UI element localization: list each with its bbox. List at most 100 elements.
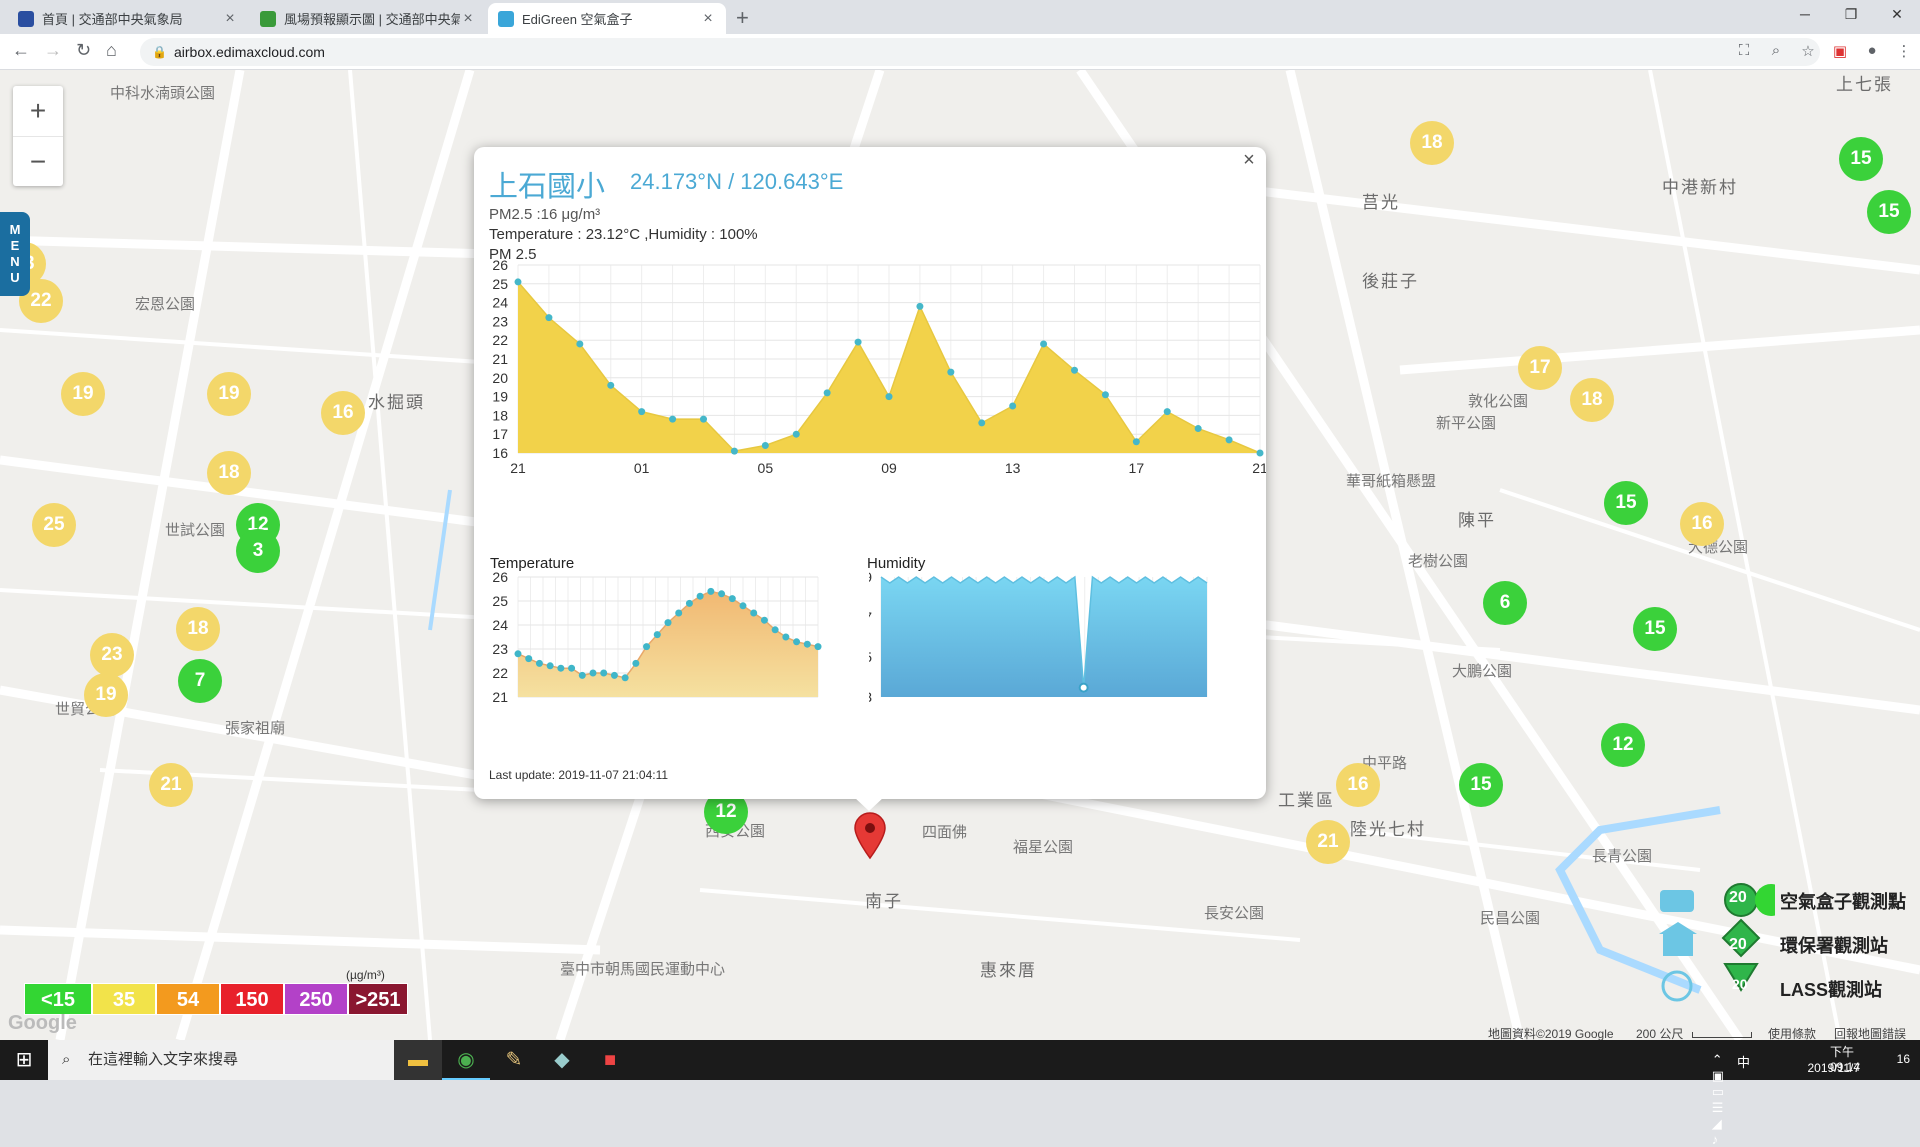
airbox-reading-marker[interactable]: 19 <box>84 673 128 717</box>
home-icon[interactable]: ⌂ <box>106 40 117 61</box>
tab-cwb-home[interactable]: 首頁 | 交通部中央氣象局 × <box>8 3 248 34</box>
windows-taskbar: ⊞ ⌕ 在這裡輸入文字來搜尋 ▬ ◉ ✎ ◆ ■ ⌃ ▣ ▭ ☰ ◢ ♪ 中 下… <box>0 1040 1920 1147</box>
tab-wind-forecast[interactable]: 風場預報顯示圖 | 交通部中央氣象局 × <box>250 3 486 34</box>
airbox-reading-marker[interactable]: 6 <box>1483 581 1527 625</box>
airbox-reading-marker[interactable]: 15 <box>1633 607 1677 651</box>
zoom-out-button[interactable]: − <box>13 136 63 186</box>
new-tab-icon[interactable]: + <box>736 5 749 31</box>
report-error-link[interactable]: 回報地圖錯誤 <box>1834 1025 1906 1040</box>
file-explorer-icon[interactable]: ▬ <box>394 1040 442 1080</box>
map-place-label: 敦化公園 <box>1468 393 1529 410</box>
data-point <box>1101 391 1109 399</box>
airbox-reading-marker[interactable]: 18 <box>1410 121 1454 165</box>
tab-close-icon[interactable]: × <box>700 10 716 28</box>
data-point <box>568 664 576 672</box>
airbox-reading-marker[interactable]: 19 <box>61 372 105 416</box>
terms-link[interactable]: 使用條款 <box>1768 1025 1816 1040</box>
chrome-icon[interactable]: ◉ <box>442 1040 490 1080</box>
reload-icon[interactable]: ↻ <box>76 40 91 61</box>
temperature-chart: 26 25 24 23 22 21 <box>492 569 822 705</box>
menu-letter: M <box>9 222 21 237</box>
data-point <box>514 650 522 658</box>
map-place-label: 世試公園 <box>165 522 226 539</box>
popup-tail <box>854 797 884 811</box>
tab-edigreen[interactable]: EdiGreen 空氣盒子 × <box>488 3 726 34</box>
data-point <box>546 662 554 670</box>
airbox-reading-marker[interactable]: 18 <box>176 607 220 651</box>
airbox-reading-marker[interactable]: 3 <box>236 529 280 573</box>
airbox-reading-marker[interactable]: 12 <box>1601 723 1645 767</box>
data-point <box>600 669 608 677</box>
airbox-reading-marker[interactable]: 15 <box>1459 763 1503 807</box>
tab-close-icon[interactable]: × <box>460 10 476 28</box>
menu-tab-button[interactable]: M E N U <box>0 212 30 296</box>
data-point <box>739 602 747 610</box>
station-badge: 20 <box>1732 976 1748 992</box>
profile-icon[interactable]: ● <box>1856 42 1888 60</box>
translate-icon[interactable]: ⛶ <box>1728 42 1760 60</box>
zoom-in-button[interactable]: + <box>13 86 63 136</box>
data-point <box>823 389 831 397</box>
app-icon[interactable]: ◆ <box>538 1040 586 1080</box>
google-logo: Google <box>8 1012 77 1034</box>
legend-swatch: >251 <box>348 983 408 1015</box>
address-bar[interactable]: 🔒 airbox.edimaxcloud.com <box>140 38 1820 66</box>
minimize-icon[interactable]: ─ <box>1782 0 1828 30</box>
menu-dots-icon[interactable]: ⋮ <box>1888 42 1920 60</box>
series-area <box>881 577 1207 697</box>
y-tick-label: 19 <box>492 389 508 405</box>
extension-icon[interactable]: ▣ <box>1824 42 1856 60</box>
data-point <box>771 626 779 634</box>
data-point <box>621 674 629 682</box>
location-pin-icon[interactable] <box>853 812 887 860</box>
airbox-reading-marker[interactable]: 21 <box>1306 820 1350 864</box>
data-point <box>610 671 618 679</box>
airbox-reading-marker[interactable]: 16 <box>1336 763 1380 807</box>
x-tick-label: 21 <box>1252 460 1266 476</box>
clock-date[interactable]: 2019/11/7 <box>1808 1061 1861 1075</box>
legend-swatch: 35 <box>92 983 156 1015</box>
restore-icon[interactable]: ❐ <box>1828 0 1874 30</box>
close-window-icon[interactable]: ✕ <box>1874 0 1920 30</box>
lock-icon: 🔒 <box>152 45 167 59</box>
airbox-reading-marker[interactable]: 15 <box>1867 190 1911 234</box>
airbox-reading-marker[interactable]: 15 <box>1839 137 1883 181</box>
tab-close-icon[interactable]: × <box>222 10 238 28</box>
airbox-reading-marker[interactable]: 19 <box>207 372 251 416</box>
app-icon[interactable]: ■ <box>586 1040 634 1080</box>
airbox-reading-marker[interactable]: 25 <box>32 503 76 547</box>
y-tick-label: 99.3 <box>869 689 872 705</box>
data-point <box>947 368 955 376</box>
zoom-icon[interactable]: ⌕ <box>1760 42 1792 60</box>
station-badge: 20 <box>1729 936 1747 953</box>
forward-icon[interactable]: → <box>44 40 62 61</box>
windows-start-icon[interactable]: ⊞ <box>0 1040 48 1080</box>
data-point <box>664 619 672 627</box>
airbox-reading-marker[interactable]: 23 <box>90 633 134 677</box>
airbox-reading-marker[interactable]: 18 <box>1570 378 1614 422</box>
pm25-color-legend: <15 35 54 150 250 >251 <box>24 983 408 1015</box>
airbox-legend-label: 空氣盒子觀測點 <box>1780 892 1906 912</box>
legend-unit: (µg/m³) <box>346 968 385 982</box>
airbox-reading-marker[interactable]: 7 <box>178 659 222 703</box>
airbox-reading-marker[interactable]: 15 <box>1604 481 1648 525</box>
notification-count[interactable]: 16 <box>1897 1052 1910 1066</box>
back-icon[interactable]: ← <box>12 40 30 61</box>
airbox-reading-marker[interactable]: 18 <box>207 451 251 495</box>
menu-letter: N <box>10 254 20 269</box>
airbox-reading-marker[interactable]: 16 <box>321 391 365 435</box>
data-point <box>1040 340 1048 348</box>
taskbar-search-input[interactable]: ⌕ 在這裡輸入文字來搜尋 <box>48 1040 394 1080</box>
airbox-reading-marker[interactable]: 21 <box>149 763 193 807</box>
airbox-reading-marker[interactable]: 16 <box>1680 502 1724 546</box>
popup-close-button[interactable]: × <box>1238 147 1260 173</box>
y-tick-label: 22 <box>492 665 508 681</box>
tray-icons[interactable]: ⌃ ▣ ▭ ☰ ◢ ♪ <box>1712 1052 1724 1147</box>
data-point <box>916 302 924 310</box>
airbox-reading-marker[interactable]: 17 <box>1518 346 1562 390</box>
search-icon: ⌕ <box>62 1051 71 1068</box>
ime-indicator[interactable]: 中 <box>1737 1052 1750 1071</box>
data-point <box>669 415 677 423</box>
app-icon[interactable]: ✎ <box>490 1040 538 1080</box>
bookmark-star-icon[interactable]: ☆ <box>1792 42 1824 60</box>
